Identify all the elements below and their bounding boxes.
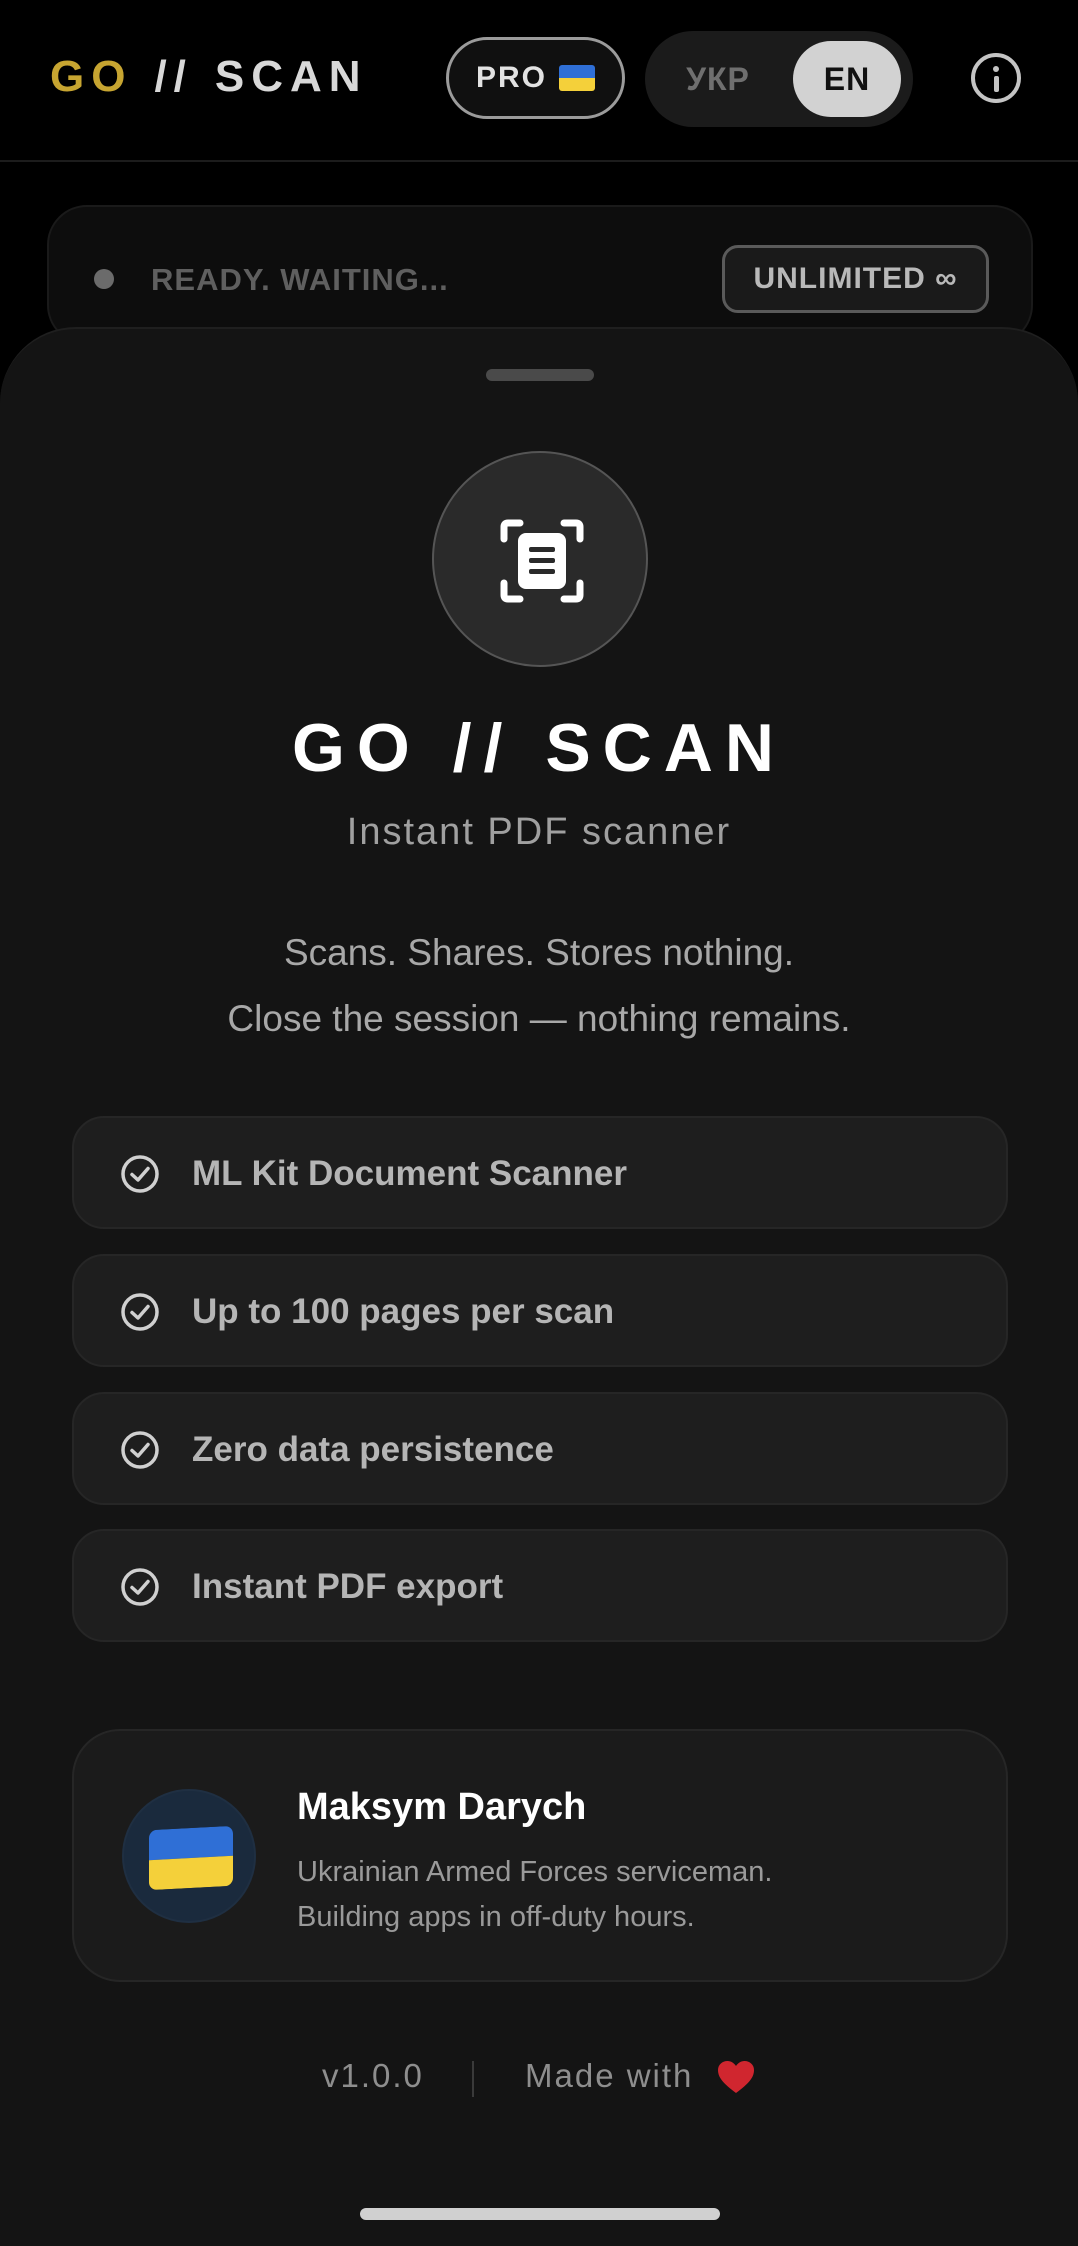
sheet-subtitle: Instant PDF scanner — [346, 811, 732, 853]
made-with-label: Made with — [525, 2057, 694, 2094]
language-option-ukr[interactable]: УКР — [659, 41, 777, 117]
feature-label: Instant PDF export — [192, 1567, 504, 1606]
check-circle-icon — [121, 1568, 159, 1606]
logo-slash: // — [154, 52, 193, 101]
author-card: Maksym Darych Ukrainian Armed Forces ser… — [72, 1729, 1008, 1982]
feature-item: ML Kit Document Scanner — [72, 1116, 1008, 1229]
logo-scan: SCAN — [214, 52, 368, 101]
status-card: READY. WAITING... UNLIMITED ∞ — [47, 205, 1033, 345]
about-sheet: GO // SCAN Instant PDF scanner Scans. Sh… — [0, 327, 1078, 2246]
tagline-line-2: Close the session — nothing remains. — [227, 998, 851, 1039]
check-circle-icon — [121, 1293, 159, 1331]
info-icon[interactable] — [971, 53, 1021, 103]
app-logo: GO // SCAN — [50, 52, 368, 102]
avatar — [122, 1789, 256, 1923]
ukraine-flag-icon — [149, 1825, 233, 1891]
top-bar: GO // SCAN PRO УКР EN — [0, 0, 1078, 162]
heart-icon — [718, 2061, 754, 2093]
author-name: Maksym Darych — [297, 1786, 587, 1828]
feature-label: Up to 100 pages per scan — [192, 1292, 615, 1331]
feature-item: Up to 100 pages per scan — [72, 1254, 1008, 1367]
feature-label: ML Kit Document Scanner — [192, 1154, 627, 1193]
sheet-footer: v1.0.0 Made with — [0, 2057, 1078, 2107]
feature-label: Zero data persistence — [192, 1430, 554, 1469]
status-indicator-dot — [94, 269, 114, 289]
document-scanner-icon — [432, 451, 648, 667]
footer-divider — [472, 2061, 474, 2097]
ukraine-flag-icon — [559, 65, 595, 91]
check-circle-icon — [121, 1431, 159, 1469]
pro-label: PRO — [475, 61, 547, 94]
home-indicator[interactable] — [360, 2208, 720, 2220]
language-toggle: УКР EN — [645, 31, 913, 127]
app-screen: GO // SCAN PRO УКР EN READY. WAITING... … — [0, 0, 1078, 2246]
check-circle-icon — [121, 1155, 159, 1193]
tagline-line-1: Scans. Shares. Stores nothing. — [283, 932, 795, 973]
sheet-title: GO // SCAN — [291, 710, 787, 786]
feature-item: Zero data persistence — [72, 1392, 1008, 1505]
author-bio-line-1: Ukrainian Armed Forces serviceman. — [297, 1856, 773, 1888]
sheet-drag-handle[interactable] — [486, 369, 594, 381]
logo-go: GO — [50, 52, 133, 101]
unlimited-badge: UNLIMITED ∞ — [722, 245, 989, 313]
pro-button[interactable]: PRO — [446, 37, 625, 119]
author-bio-line-2: Building apps in off-duty hours. — [297, 1901, 695, 1933]
version-label: v1.0.0 — [322, 2057, 424, 2094]
status-text: READY. WAITING... — [151, 262, 449, 297]
feature-item: Instant PDF export — [72, 1529, 1008, 1642]
language-option-en[interactable]: EN — [793, 41, 901, 117]
